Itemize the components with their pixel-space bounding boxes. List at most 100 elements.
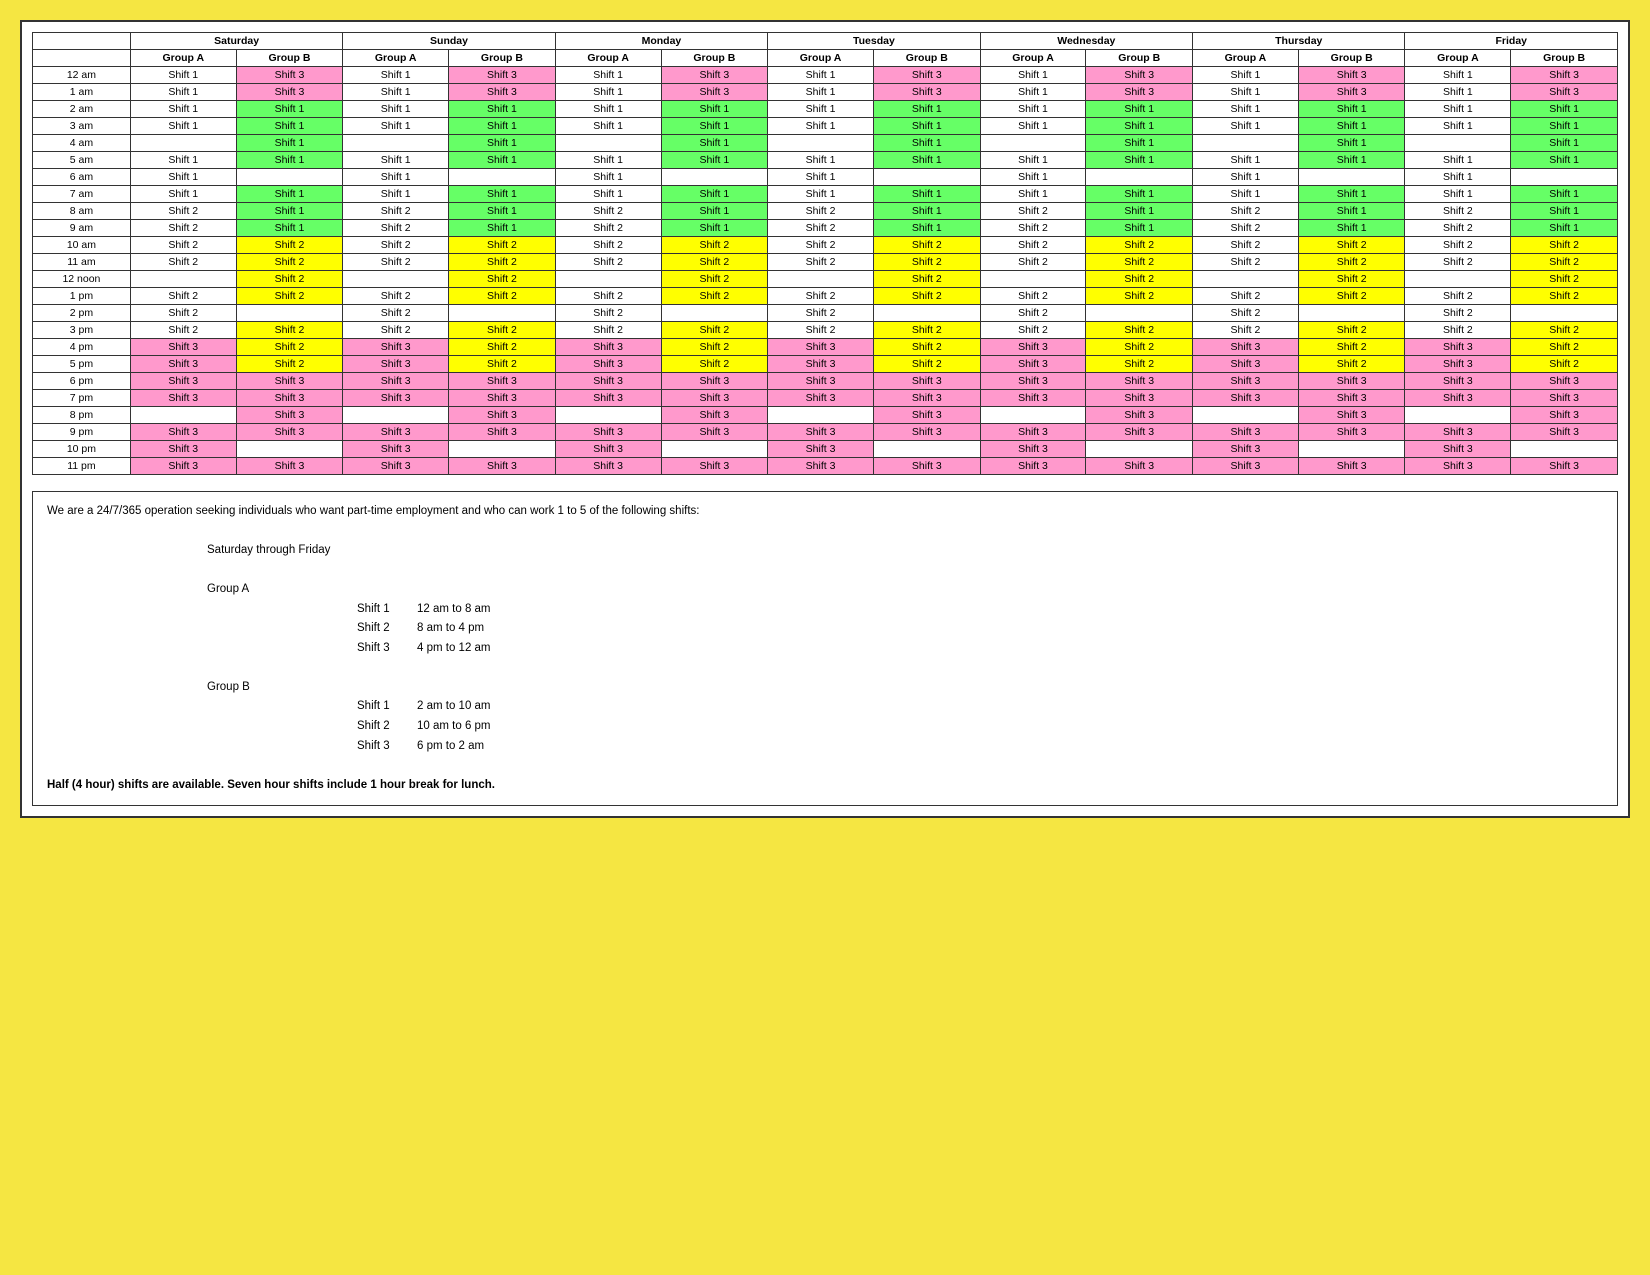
- schedule-cell: Shift 3: [236, 390, 343, 407]
- shift-name: Shift 3: [357, 737, 417, 757]
- schedule-cell: Shift 2: [343, 288, 449, 305]
- schedule-cell: Shift 3: [449, 390, 556, 407]
- schedule-cell: Shift 3: [1193, 356, 1299, 373]
- schedule-cell: Shift 2: [555, 237, 661, 254]
- schedule-cell: Shift 3: [236, 84, 343, 101]
- schedule-cell: Shift 3: [343, 390, 449, 407]
- time-label: 4 am: [33, 135, 131, 152]
- schedule-cell: Shift 3: [449, 84, 556, 101]
- schedule-cell: Shift 2: [1511, 254, 1618, 271]
- schedule-cell: Shift 3: [1405, 458, 1511, 475]
- schedule-cell: Shift 3: [1511, 373, 1618, 390]
- schedule-cell: Shift 3: [1086, 407, 1193, 424]
- schedule-cell: Shift 2: [130, 305, 236, 322]
- info-footer: Half (4 hour) shifts are available. Seve…: [47, 779, 495, 791]
- schedule-cell: Shift 2: [661, 339, 768, 356]
- schedule-cell: [1086, 169, 1193, 186]
- tuesday-header: Tuesday: [768, 33, 980, 50]
- schedule-cell: Shift 1: [343, 186, 449, 203]
- schedule-cell: Shift 1: [873, 118, 980, 135]
- sun-gb: Group B: [449, 50, 556, 67]
- schedule-cell: Shift 2: [1298, 237, 1405, 254]
- schedule-cell: Shift 2: [1298, 254, 1405, 271]
- schedule-cell: Shift 1: [555, 118, 661, 135]
- schedule-cell: [1086, 305, 1193, 322]
- schedule-cell: [661, 441, 768, 458]
- time-label: 3 am: [33, 118, 131, 135]
- schedule-cell: [555, 407, 661, 424]
- shift-time: 6 pm to 2 am: [417, 740, 484, 752]
- schedule-cell: Shift 3: [980, 458, 1086, 475]
- schedule-cell: Shift 3: [1193, 373, 1299, 390]
- schedule-cell: Shift 1: [873, 203, 980, 220]
- schedule-cell: Shift 2: [980, 203, 1086, 220]
- monday-header: Monday: [555, 33, 767, 50]
- schedule-cell: Shift 2: [1511, 288, 1618, 305]
- schedule-cell: Shift 2: [555, 288, 661, 305]
- time-label: 9 pm: [33, 424, 131, 441]
- schedule-cell: [555, 135, 661, 152]
- schedule-cell: Shift 1: [236, 118, 343, 135]
- schedule-cell: Shift 3: [1405, 373, 1511, 390]
- schedule-cell: Shift 1: [1298, 203, 1405, 220]
- schedule-cell: Shift 3: [1298, 390, 1405, 407]
- schedule-cell: [236, 169, 343, 186]
- schedule-cell: Shift 1: [343, 152, 449, 169]
- schedule-cell: Shift 2: [130, 288, 236, 305]
- schedule-cell: Shift 1: [449, 101, 556, 118]
- schedule-cell: Shift 1: [768, 67, 874, 84]
- main-container: Saturday Sunday Monday Tuesday Wednesday…: [20, 20, 1630, 818]
- schedule-cell: Shift 2: [236, 254, 343, 271]
- schedule-cell: Shift 2: [449, 254, 556, 271]
- schedule-cell: Shift 3: [343, 339, 449, 356]
- schedule-cell: Shift 3: [1193, 441, 1299, 458]
- schedule-cell: Shift 1: [343, 118, 449, 135]
- schedule-cell: [768, 271, 874, 288]
- schedule-cell: Shift 1: [980, 101, 1086, 118]
- schedule-cell: Shift 1: [661, 135, 768, 152]
- schedule-cell: Shift 2: [873, 356, 980, 373]
- schedule-cell: [555, 271, 661, 288]
- schedule-cell: Shift 3: [1511, 67, 1618, 84]
- schedule-cell: Shift 1: [555, 84, 661, 101]
- schedule-cell: Shift 2: [343, 322, 449, 339]
- time-label: 12 am: [33, 67, 131, 84]
- schedule-cell: [1405, 271, 1511, 288]
- schedule-cell: Shift 2: [1193, 220, 1299, 237]
- schedule-cell: Shift 2: [1193, 305, 1299, 322]
- shift-name: Shift 1: [357, 697, 417, 717]
- schedule-cell: [980, 407, 1086, 424]
- schedule-cell: Shift 2: [130, 220, 236, 237]
- schedule-cell: Shift 1: [1298, 118, 1405, 135]
- schedule-cell: Shift 3: [873, 458, 980, 475]
- schedule-cell: [343, 135, 449, 152]
- schedule-cell: Shift 2: [343, 203, 449, 220]
- schedule-cell: Shift 1: [661, 220, 768, 237]
- schedule-cell: Shift 3: [1511, 407, 1618, 424]
- schedule-cell: Shift 3: [449, 424, 556, 441]
- schedule-cell: Shift 2: [343, 220, 449, 237]
- schedule-cell: Shift 2: [873, 339, 980, 356]
- schedule-cell: Shift 3: [343, 458, 449, 475]
- schedule-cell: Shift 2: [449, 322, 556, 339]
- schedule-cell: Shift 3: [661, 84, 768, 101]
- schedule-cell: Shift 1: [343, 84, 449, 101]
- schedule-cell: Shift 3: [1511, 458, 1618, 475]
- schedule-cell: Shift 3: [555, 424, 661, 441]
- schedule-cell: [236, 441, 343, 458]
- schedule-cell: Shift 1: [343, 101, 449, 118]
- schedule-cell: Shift 2: [130, 203, 236, 220]
- time-label: 12 noon: [33, 271, 131, 288]
- schedule-cell: Shift 1: [236, 135, 343, 152]
- schedule-cell: Shift 1: [555, 152, 661, 169]
- schedule-cell: Shift 1: [1511, 118, 1618, 135]
- schedule-cell: Shift 3: [1298, 84, 1405, 101]
- schedule-cell: Shift 1: [1193, 118, 1299, 135]
- schedule-cell: Shift 2: [555, 254, 661, 271]
- schedule-cell: Shift 3: [768, 458, 874, 475]
- schedule-cell: Shift 2: [236, 237, 343, 254]
- schedule-cell: Shift 3: [873, 84, 980, 101]
- time-label: 11 pm: [33, 458, 131, 475]
- schedule-cell: Shift 1: [1298, 186, 1405, 203]
- schedule-cell: [343, 271, 449, 288]
